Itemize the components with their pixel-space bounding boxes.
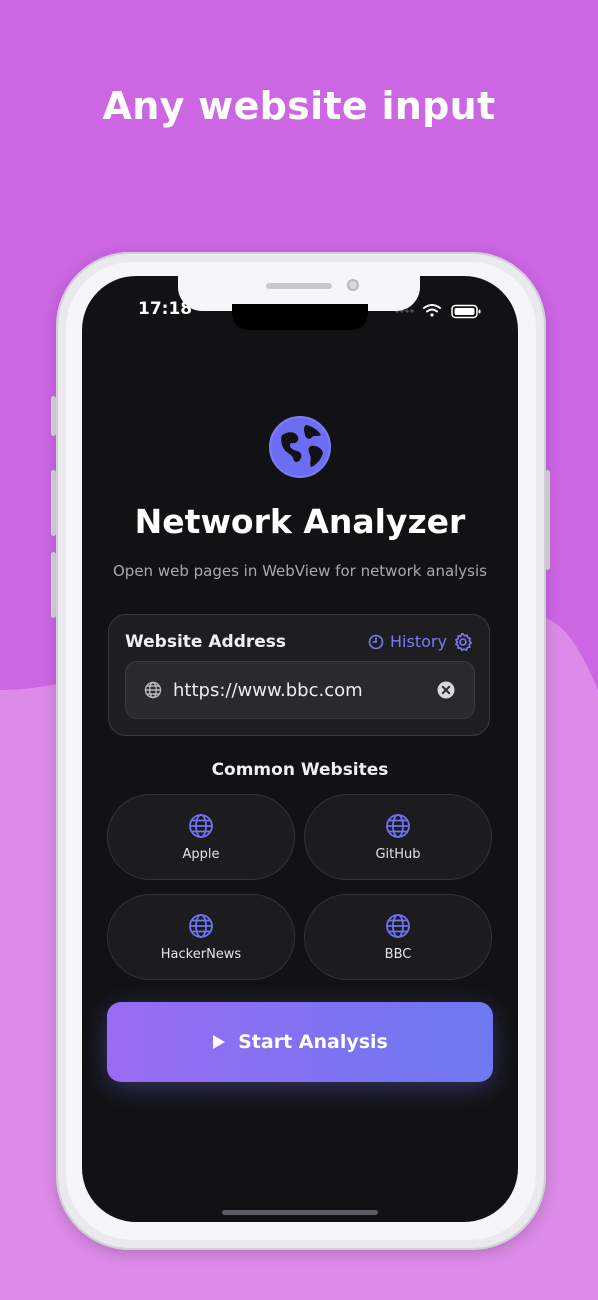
site-tile-hackernews[interactable]: HackerNews <box>107 894 295 980</box>
phone-camera <box>347 279 359 291</box>
url-globe-icon <box>144 681 162 699</box>
clear-icon[interactable] <box>437 681 455 699</box>
dynamic-island <box>232 304 368 330</box>
battery-icon <box>451 304 481 319</box>
clock-icon <box>368 634 384 649</box>
globe-icon <box>386 913 410 938</box>
site-label: BBC <box>384 946 412 962</box>
website-address-label: Website Address <box>125 632 287 652</box>
globe-icon <box>386 813 410 838</box>
wifi-icon <box>423 304 441 317</box>
gear-icon[interactable] <box>453 632 473 652</box>
site-tile-apple[interactable]: Apple <box>107 794 295 880</box>
site-tile-bbc[interactable]: BBC <box>304 894 492 980</box>
globe-icon <box>189 813 213 838</box>
site-label: Apple <box>182 846 220 862</box>
url-input-value[interactable]: https://www.bbc.com <box>173 680 363 701</box>
play-icon <box>213 1035 226 1049</box>
marketing-headline: Any website input <box>102 84 496 128</box>
home-indicator <box>222 1210 378 1215</box>
history-button[interactable]: History <box>368 632 447 651</box>
app-subtitle: Open web pages in WebView for network an… <box>113 562 487 580</box>
start-analysis-label: Start Analysis <box>238 1031 388 1053</box>
start-analysis-button[interactable]: Start Analysis <box>107 1002 493 1082</box>
phone-screen: 17:18 Network Analyzer Open web pages in… <box>82 276 518 1222</box>
phone-speaker <box>266 283 332 289</box>
site-label: HackerNews <box>160 946 242 962</box>
site-label: GitHub <box>375 846 421 862</box>
app-title: Network Analyzer <box>134 502 466 541</box>
globe-logo-icon <box>269 416 331 478</box>
history-label: History <box>390 632 447 651</box>
common-websites-title: Common Websites <box>211 760 389 780</box>
globe-icon <box>189 913 213 938</box>
site-tile-github[interactable]: GitHub <box>304 794 492 880</box>
